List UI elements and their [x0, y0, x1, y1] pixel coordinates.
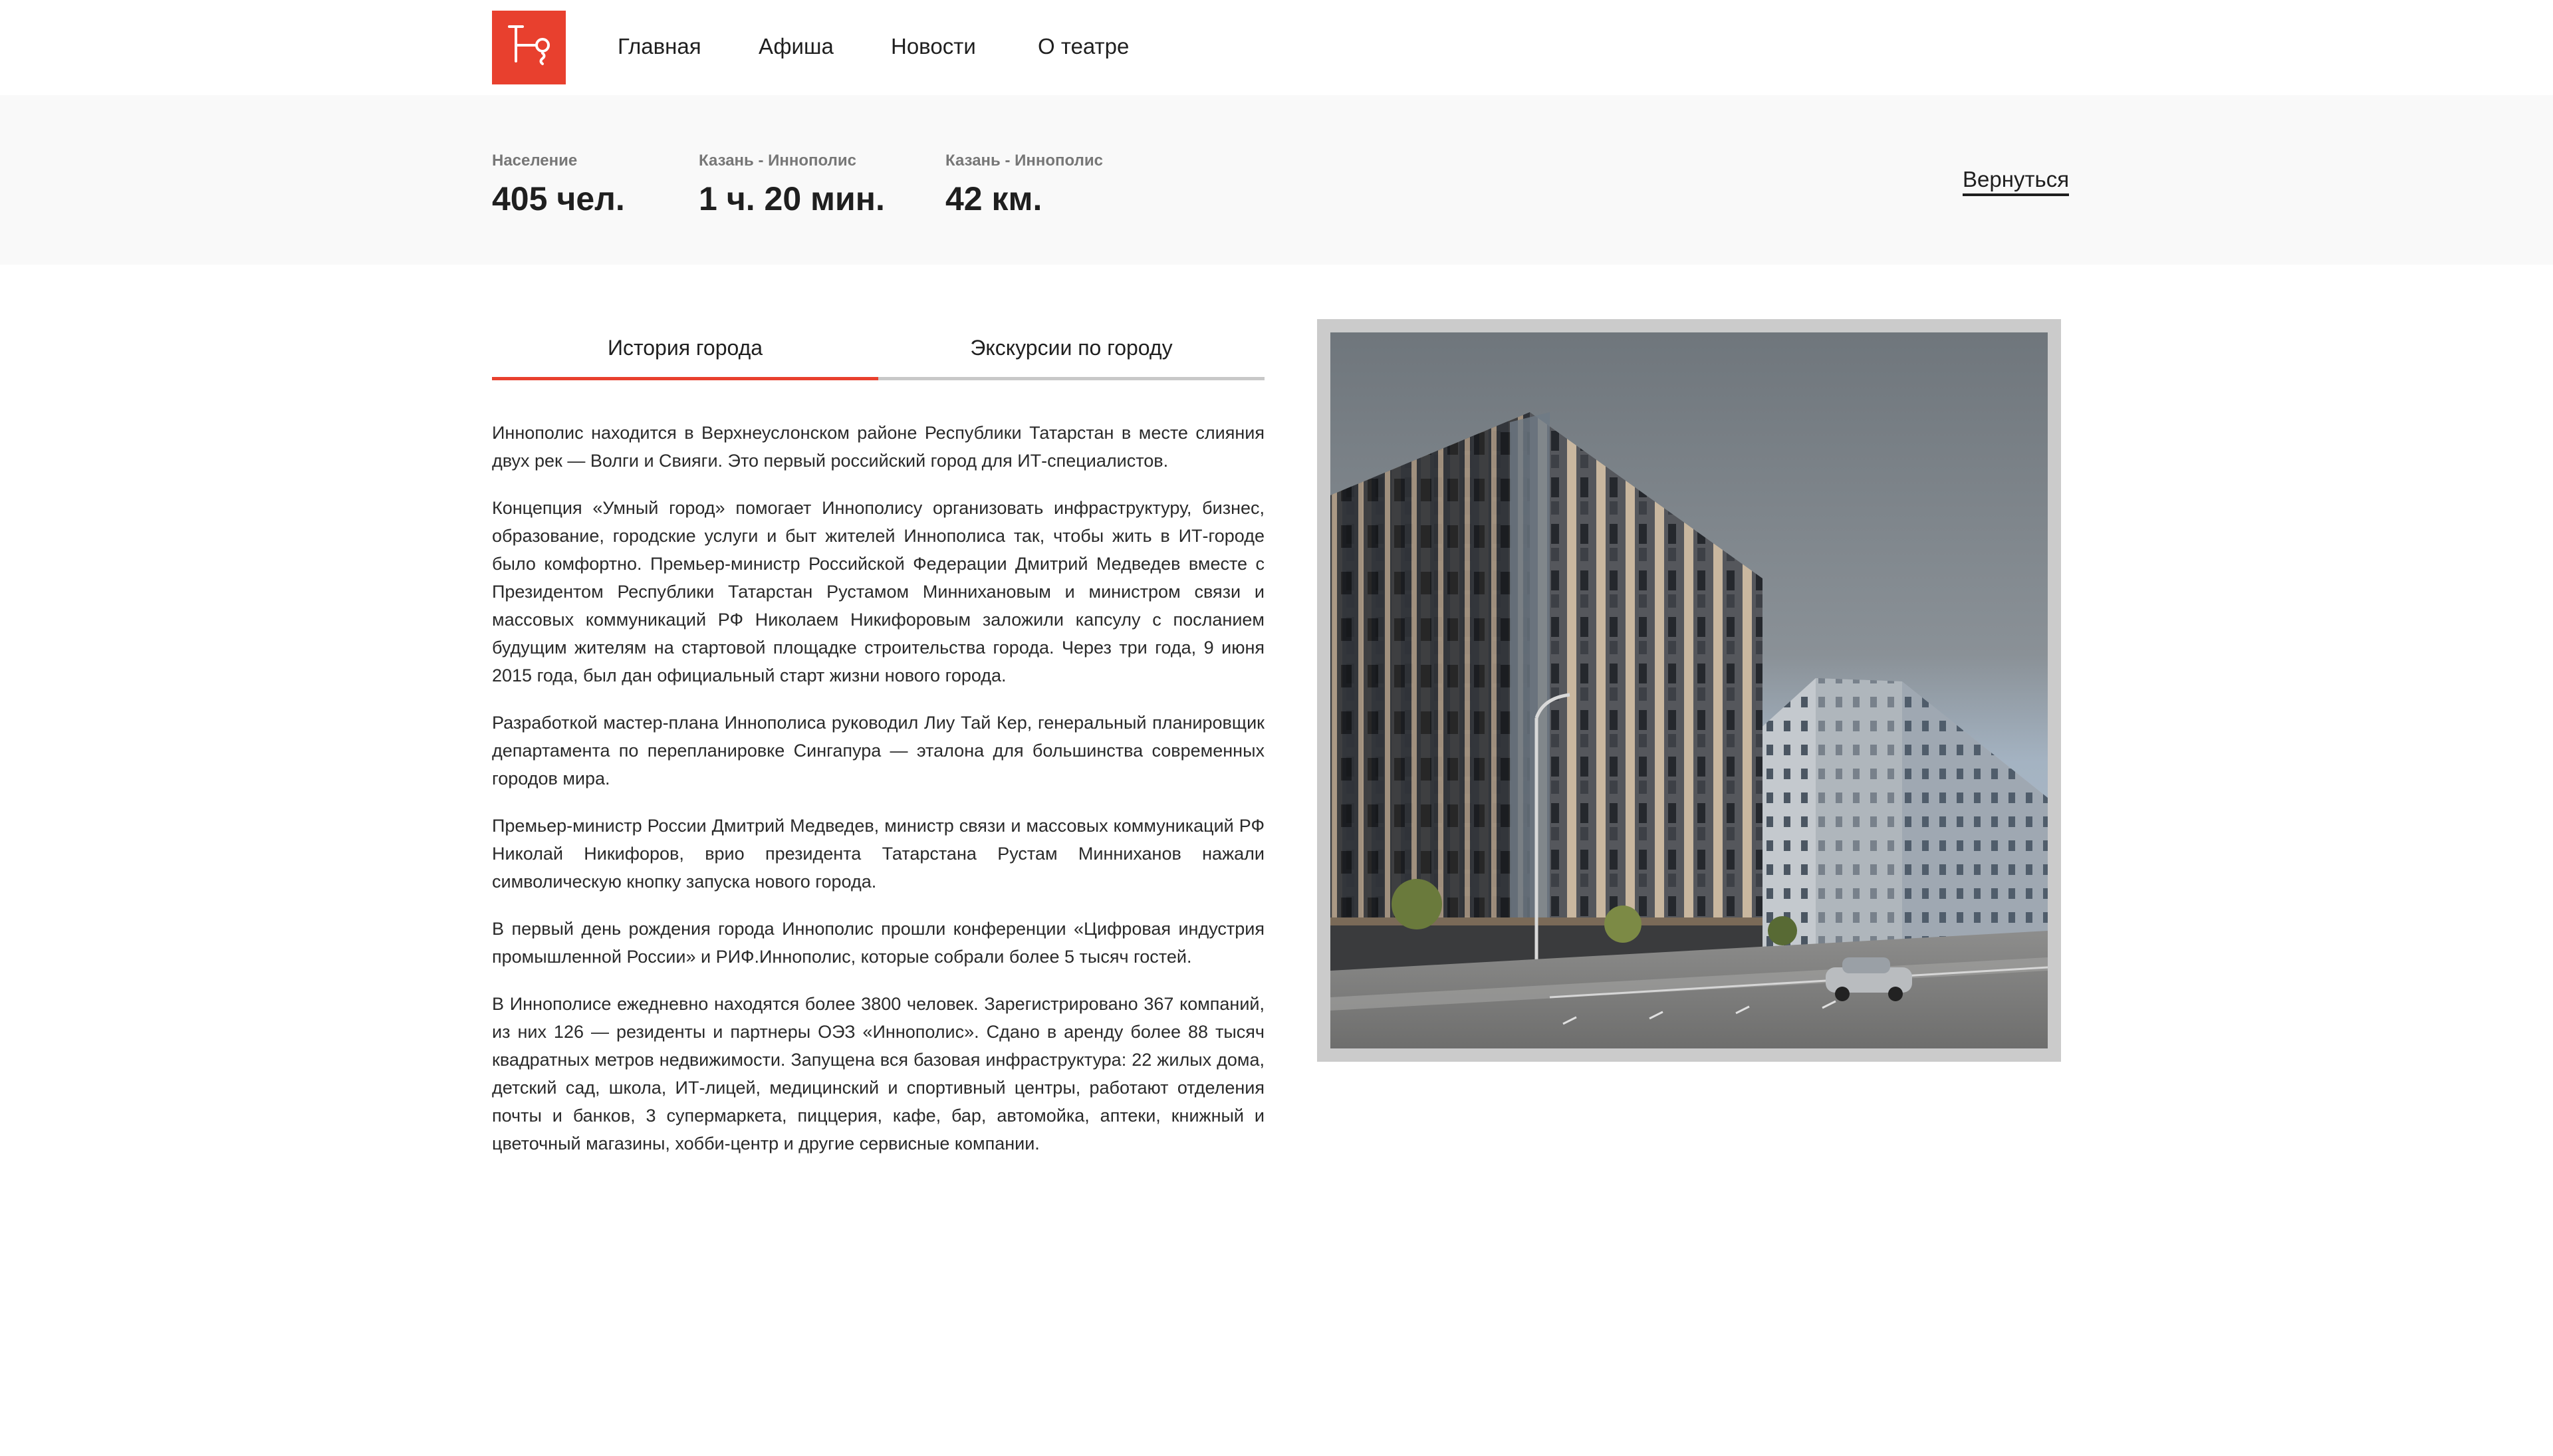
- logo-glyph-icon: [508, 25, 550, 65]
- content-tabs: История города Экскурсии по городу: [492, 319, 1265, 380]
- stat-distance: Казань - Иннополис 42 км.: [945, 151, 1103, 219]
- article-paragraph: Премьер-министр России Дмитрий Медведев,…: [492, 816, 1265, 892]
- back-link[interactable]: Вернуться: [1963, 166, 2070, 196]
- article-paragraph: Разработкой мастер-плана Иннополиса руко…: [492, 713, 1265, 789]
- tab-city-history[interactable]: История города: [492, 319, 878, 380]
- nav-home[interactable]: Главная: [618, 32, 701, 61]
- article-paragraph: Концепция «Умный город» помогает Иннопол…: [492, 498, 1265, 685]
- stat-population: Население 405 чел.: [492, 151, 625, 219]
- article-paragraph: Иннополис находится в Верхнеуслонском ра…: [492, 423, 1265, 471]
- city-photo-frame: [1317, 319, 2061, 1062]
- city-stats-band: Население 405 чел. Казань - Иннополис 1 …: [0, 95, 2553, 265]
- article-text: Иннополис находится в Верхнеуслонском ра…: [492, 419, 1265, 1177]
- stat-label: Население: [492, 152, 578, 170]
- theatre-logo[interactable]: [492, 11, 566, 84]
- stat-label: Казань - Иннополис: [699, 152, 856, 170]
- article-paragraph: В Иннополисе ежедневно находятся более 3…: [492, 994, 1265, 1153]
- stat-value: 1 ч. 20 мин.: [699, 180, 885, 217]
- city-photo: [1330, 332, 2048, 1048]
- stat-travel-time: Казань - Иннополис 1 ч. 20 мин.: [699, 151, 885, 219]
- nav-about[interactable]: О театре: [1038, 32, 1129, 61]
- stat-label: Казань - Иннополис: [945, 152, 1103, 170]
- nav-playbill[interactable]: Афиша: [759, 32, 834, 61]
- nav-news[interactable]: Новости: [891, 32, 976, 61]
- site-header: Главная Афиша Новости О театре: [0, 0, 2553, 95]
- stat-value: 405 чел.: [492, 180, 625, 217]
- stat-value: 42 км.: [945, 180, 1042, 217]
- innopolis-buildings-image: [1330, 332, 2048, 1048]
- tab-city-tours[interactable]: Экскурсии по городу: [878, 319, 1265, 380]
- article-paragraph: В первый день рождения города Иннополис …: [492, 919, 1265, 967]
